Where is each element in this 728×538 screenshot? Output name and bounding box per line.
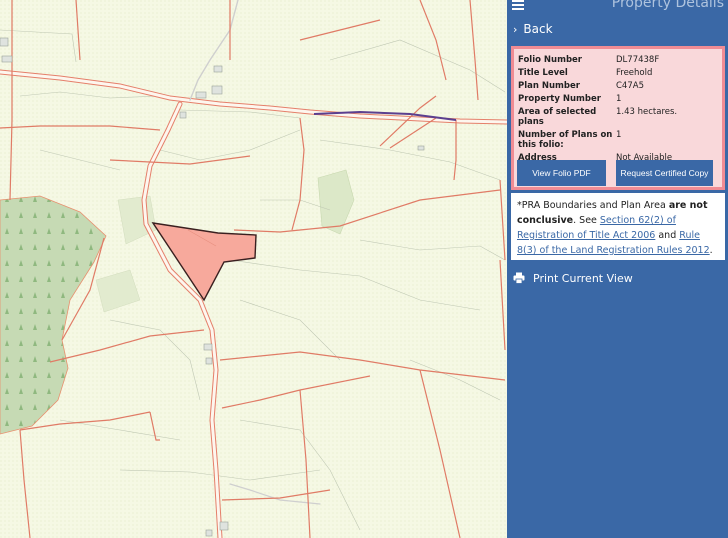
map-view[interactable] — [0, 0, 507, 538]
detail-row-folio-number: Folio Number DL77438F — [518, 53, 720, 66]
detail-row-area: Area of selected plans 1.43 hectares. — [518, 105, 720, 128]
detail-label: Property Number — [518, 93, 601, 104]
chevron-right-icon: › — [513, 22, 518, 36]
details-table: Folio Number DL77438F Title Level Freeho… — [518, 53, 720, 164]
back-button[interactable]: › Back — [513, 20, 553, 38]
notice-suffix: . — [709, 245, 713, 256]
detail-value: 1 — [616, 93, 622, 104]
detail-label: Title Level — [518, 67, 568, 78]
detail-value: C47A5 — [616, 80, 644, 91]
panel-title: Property Details — [611, 0, 724, 11]
hamburger-menu-icon[interactable] — [512, 0, 524, 10]
map-canvas[interactable] — [0, 0, 507, 538]
notice-prefix: *PRA Boundaries and Plan Area — [517, 200, 669, 211]
detail-label: Number of Plans on this folio: — [518, 129, 613, 150]
detail-value: 1 — [616, 129, 622, 140]
property-details-panel: Property Details › Back Folio Number DL7… — [507, 0, 728, 538]
detail-row-title-level: Title Level Freehold — [518, 66, 720, 79]
detail-row-plan-number: Plan Number C47A5 — [518, 79, 720, 92]
detail-label: Plan Number — [518, 80, 580, 91]
detail-row-property-number: Property Number 1 — [518, 92, 720, 105]
back-label: Back — [523, 22, 553, 36]
printer-icon — [513, 272, 525, 284]
detail-label: Folio Number — [518, 54, 582, 65]
disclaimer-notice: *PRA Boundaries and Plan Area are not co… — [511, 193, 725, 260]
notice-mid: . See — [573, 215, 600, 226]
detail-label: Area of selected plans — [518, 106, 597, 127]
notice-and: and — [655, 230, 680, 241]
print-label: Print Current View — [533, 271, 633, 285]
detail-value: Freehold — [616, 67, 653, 78]
detail-value: 1.43 hectares. — [616, 106, 678, 117]
detail-row-number-of-plans: Number of Plans on this folio: 1 — [518, 128, 720, 151]
panel-header: Property Details — [507, 0, 728, 14]
folio-details-card: Folio Number DL77438F Title Level Freeho… — [511, 46, 725, 190]
print-current-view-button[interactable]: Print Current View — [513, 270, 633, 286]
request-certified-copy-button[interactable]: Request Certified Copy — [616, 160, 713, 186]
view-folio-pdf-button[interactable]: View Folio PDF — [517, 160, 606, 186]
detail-value: DL77438F — [616, 54, 660, 65]
